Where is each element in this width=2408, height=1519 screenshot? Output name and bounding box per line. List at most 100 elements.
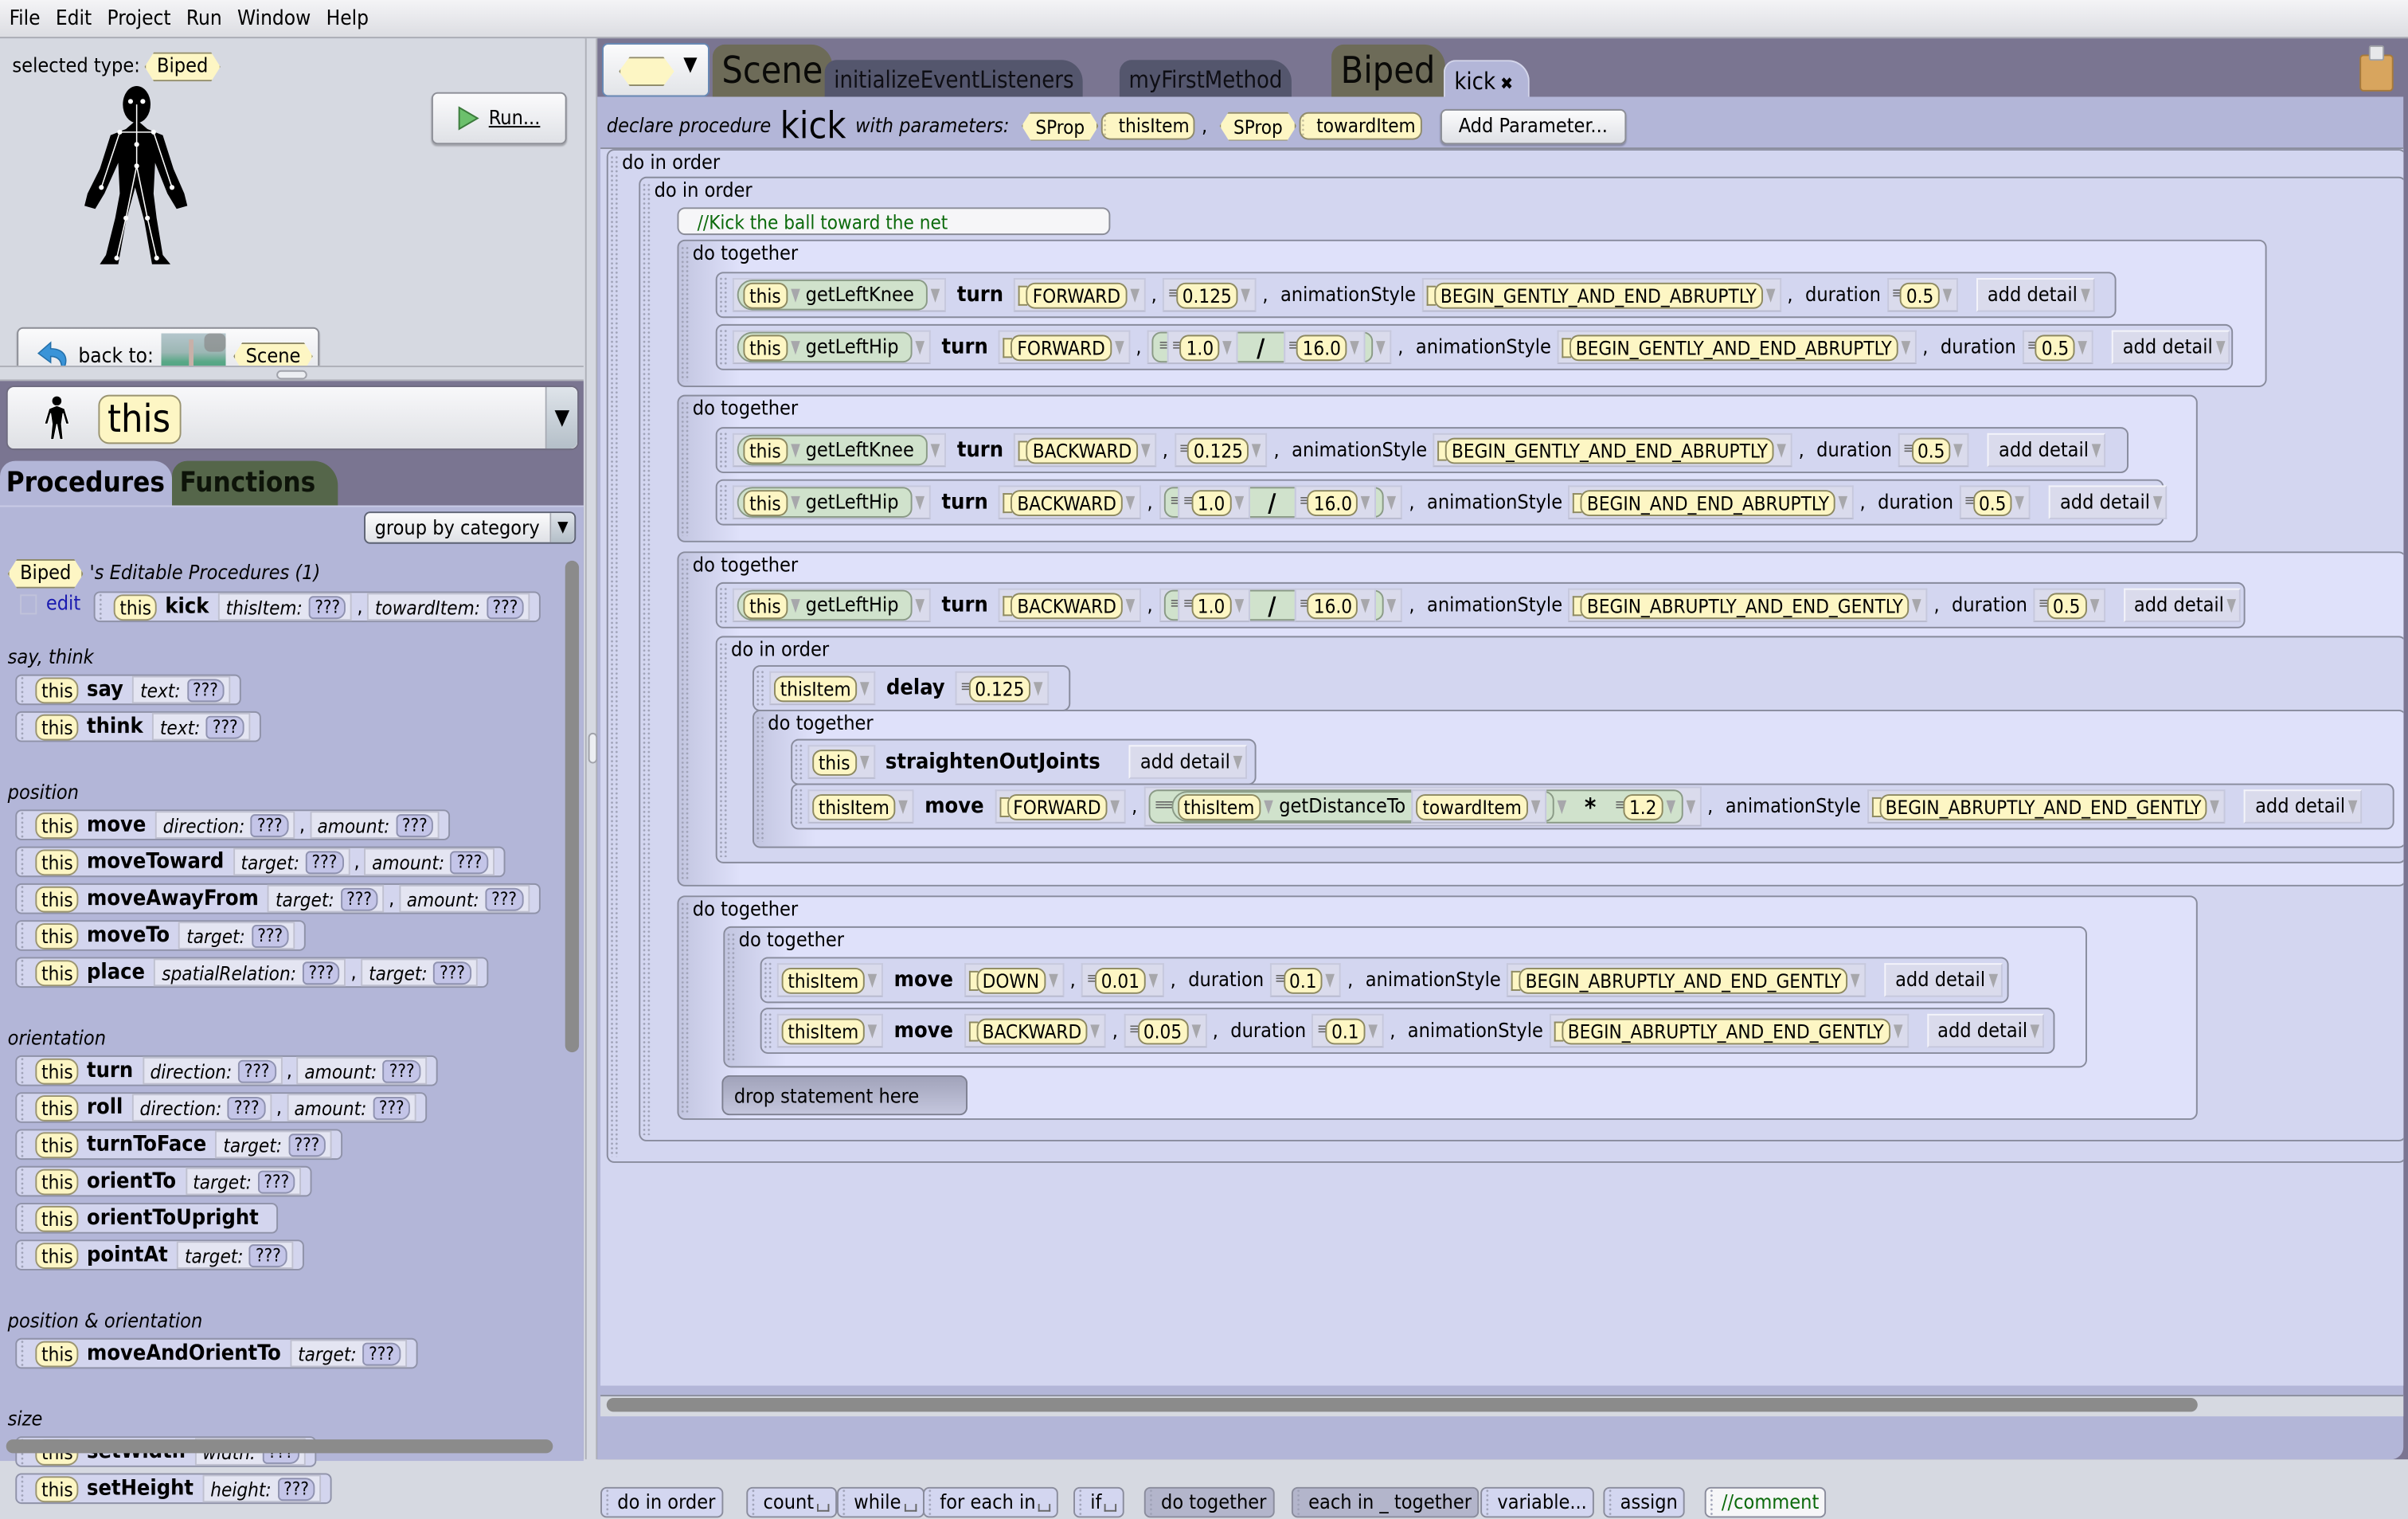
editor-tab-kick[interactable]: kick ✖ bbox=[1443, 60, 1530, 97]
param-name-chip[interactable]: towardItem bbox=[1300, 112, 1422, 140]
statement-straightenOutJoints[interactable]: this straightenOutJoints add detail bbox=[791, 738, 1257, 785]
chevron-down-icon[interactable]: ▼ bbox=[549, 513, 575, 542]
animation-style-cell[interactable]: BEGIN_ABRUPTLY_AND_END_GENTLY bbox=[1867, 789, 2226, 824]
dropdown-arrow-icon[interactable] bbox=[915, 340, 925, 354]
dropdown-arrow-icon[interactable] bbox=[2215, 340, 2226, 354]
target-cell[interactable]: thisItem bbox=[776, 963, 884, 997]
dropdown-arrow-icon[interactable] bbox=[1988, 973, 1998, 988]
dropdown-arrow-icon[interactable] bbox=[1765, 288, 1775, 302]
drag-handle[interactable] bbox=[718, 431, 729, 469]
getter-expression[interactable]: this getLeftKnee bbox=[737, 279, 928, 311]
toolbar-comment[interactable]: //comment bbox=[1704, 1486, 1827, 1518]
dropdown-arrow-icon[interactable] bbox=[1350, 340, 1360, 354]
direction-cell[interactable]: BACKWARD bbox=[1014, 433, 1157, 468]
animation-style-value[interactable]: BEGIN_GENTLY_AND_END_ABRUPTLY bbox=[1434, 281, 1763, 308]
statement-turn[interactable]: this getLeftHip turn FORWARD, ≡ ≡ 1.0/≡ 16.0, an… bbox=[715, 323, 2234, 370]
dropdown-arrow-icon[interactable] bbox=[2091, 443, 2101, 457]
drag-handle[interactable] bbox=[763, 1012, 773, 1050]
target-cell[interactable]: this bbox=[807, 745, 875, 779]
procedure-moveToward[interactable]: this moveToward target:???, amount:??? bbox=[15, 846, 506, 878]
procedure-setHeight[interactable]: this setHeight height:??? bbox=[15, 1473, 332, 1505]
drag-handle[interactable] bbox=[763, 961, 773, 999]
animation-style-value[interactable]: BEGIN_ABRUPTLY_AND_END_GENTLY bbox=[1519, 967, 1848, 993]
direction-value[interactable]: BACKWARD bbox=[975, 1017, 1088, 1044]
animation-style-cell[interactable]: BEGIN_GENTLY_AND_END_ABRUPTLY bbox=[1433, 433, 1792, 468]
procedure-name[interactable]: kick bbox=[780, 108, 846, 144]
dropdown-arrow-icon[interactable] bbox=[1263, 799, 1273, 814]
param-name-chip[interactable]: thisItem bbox=[1101, 112, 1196, 140]
dropdown-arrow-icon[interactable] bbox=[1233, 495, 1244, 510]
duration-value[interactable]: 0.1 bbox=[1283, 967, 1323, 993]
dropdown-arrow-icon[interactable] bbox=[1387, 598, 1398, 613]
dropdown-arrow-icon[interactable] bbox=[1110, 799, 1120, 814]
dropdown-arrow-icon[interactable] bbox=[1233, 598, 1244, 613]
procedures-horizontal-scrollbar[interactable] bbox=[6, 1439, 553, 1454]
numerator-value[interactable]: 1.0 bbox=[1179, 334, 1220, 361]
toolbar-if[interactable]: if bbox=[1073, 1486, 1125, 1518]
amount-value[interactable]: 0.01 bbox=[1095, 967, 1146, 993]
duration-cell[interactable]: ≡ 0.5 bbox=[2022, 330, 2094, 365]
drag-handle[interactable] bbox=[609, 155, 620, 1157]
denominator-cell[interactable]: ≡ 16.0 bbox=[1294, 588, 1377, 623]
dropdown-arrow-icon[interactable] bbox=[2152, 495, 2163, 510]
toolbar-variable[interactable]: variable... bbox=[1480, 1486, 1595, 1518]
add-detail-button[interactable]: add detail bbox=[1926, 1013, 2045, 1048]
statement-turn[interactable]: this getLeftKnee turn FORWARD, ≡ 0.125, animat… bbox=[715, 272, 2117, 319]
editor-tab-Scene[interactable]: Scene bbox=[712, 44, 833, 97]
amount-cell[interactable]: ≡ 0.05 bbox=[1124, 1013, 1206, 1048]
dropdown-arrow-icon[interactable] bbox=[1912, 598, 1922, 613]
numerator-cell[interactable]: ≡ 1.0 bbox=[1167, 330, 1238, 365]
dropdown-arrow-icon[interactable] bbox=[1190, 1024, 1201, 1038]
duration-value[interactable]: 0.5 bbox=[2046, 592, 2087, 619]
dropdown-arrow-icon[interactable] bbox=[1777, 443, 1787, 457]
add-detail-button[interactable]: add detail bbox=[2244, 789, 2363, 824]
dropdown-arrow-icon[interactable] bbox=[1222, 340, 1233, 354]
animation-style-value[interactable]: BEGIN_ABRUPTLY_AND_END_GENTLY bbox=[1581, 592, 1910, 619]
dropdown-arrow-icon[interactable] bbox=[1090, 1024, 1100, 1038]
dropdown-arrow-icon[interactable] bbox=[2347, 799, 2358, 814]
this-chip[interactable]: this bbox=[743, 334, 788, 361]
direction-value[interactable]: BACKWARD bbox=[1010, 489, 1123, 516]
dropdown-arrow-icon[interactable] bbox=[2080, 288, 2090, 302]
duration-cell[interactable]: ≡ 0.1 bbox=[1312, 1013, 1384, 1048]
dropdown-arrow-icon[interactable] bbox=[1125, 495, 1136, 510]
statement-turn[interactable]: this getLeftHip turn BACKWARD, ≡ ≡ 1.0/≡ 16.0, a… bbox=[715, 581, 2246, 628]
target-cell[interactable]: this getLeftHip bbox=[732, 485, 932, 519]
drag-handle[interactable] bbox=[718, 328, 729, 366]
statement-delay[interactable]: thisItem delay ≡ 0.125 bbox=[752, 665, 1071, 711]
dropdown-arrow-icon[interactable] bbox=[1557, 799, 1566, 814]
procedure-roll[interactable]: this roll direction:???, amount:??? bbox=[15, 1092, 428, 1123]
dropdown-arrow-icon[interactable] bbox=[790, 288, 799, 302]
animation-style-cell[interactable]: BEGIN_GENTLY_AND_END_ABRUPTLY bbox=[1421, 278, 1781, 312]
dropdown-arrow-icon[interactable] bbox=[1387, 495, 1398, 510]
duration-value[interactable]: 0.1 bbox=[1325, 1017, 1366, 1044]
target-cell[interactable]: thisItem bbox=[769, 671, 876, 706]
denominator-value[interactable]: 16.0 bbox=[1296, 334, 1347, 361]
getter-expression[interactable]: this getLeftHip bbox=[737, 589, 913, 621]
menu-help[interactable]: Help bbox=[317, 6, 375, 31]
instance-dropdown-arrow-icon[interactable]: ▼ bbox=[545, 386, 578, 449]
getter-expression[interactable]: this getLeftHip bbox=[737, 331, 913, 363]
duration-cell[interactable]: ≡ 0.5 bbox=[2033, 588, 2105, 623]
dropdown-arrow-icon[interactable] bbox=[1954, 443, 1964, 457]
denominator-cell[interactable]: ≡ 16.0 bbox=[1283, 330, 1366, 365]
procedure-turnToFace[interactable]: this turnToFace target:??? bbox=[15, 1129, 343, 1161]
duration-cell[interactable]: ≡ 0.5 bbox=[1886, 278, 1959, 312]
dropdown-arrow-icon[interactable] bbox=[1125, 598, 1136, 613]
dropdown-arrow-icon[interactable] bbox=[859, 754, 869, 769]
drag-handle[interactable] bbox=[680, 245, 690, 382]
procedure-moveAwayFrom[interactable]: this moveAwayFrom target:???, amount:??? bbox=[15, 883, 540, 914]
dropdown-arrow-icon[interactable] bbox=[1241, 288, 1250, 302]
add-detail-button[interactable]: add detail bbox=[1976, 278, 2095, 312]
dropdown-arrow-icon[interactable] bbox=[1893, 1024, 1902, 1038]
direction-cell[interactable]: DOWN bbox=[964, 963, 1064, 997]
amount-value[interactable]: 0.125 bbox=[1187, 437, 1249, 464]
statement-move[interactable]: thisItem move DOWN, ≡ 0.01, duration ≡ 0.1, anim… bbox=[760, 957, 2009, 1004]
numerator-value[interactable]: 1.0 bbox=[1191, 489, 1232, 516]
dropdown-arrow-icon[interactable] bbox=[867, 1024, 878, 1038]
direction-value[interactable]: BACKWARD bbox=[1026, 437, 1138, 464]
add-parameter-button[interactable]: Add Parameter... bbox=[1440, 108, 1627, 144]
getter-expression[interactable]: this getLeftHip bbox=[737, 487, 913, 518]
dropdown-arrow-icon[interactable] bbox=[1686, 799, 1695, 814]
animation-style-value[interactable]: BEGIN_ABRUPTLY_AND_END_GENTLY bbox=[1561, 1017, 1890, 1044]
